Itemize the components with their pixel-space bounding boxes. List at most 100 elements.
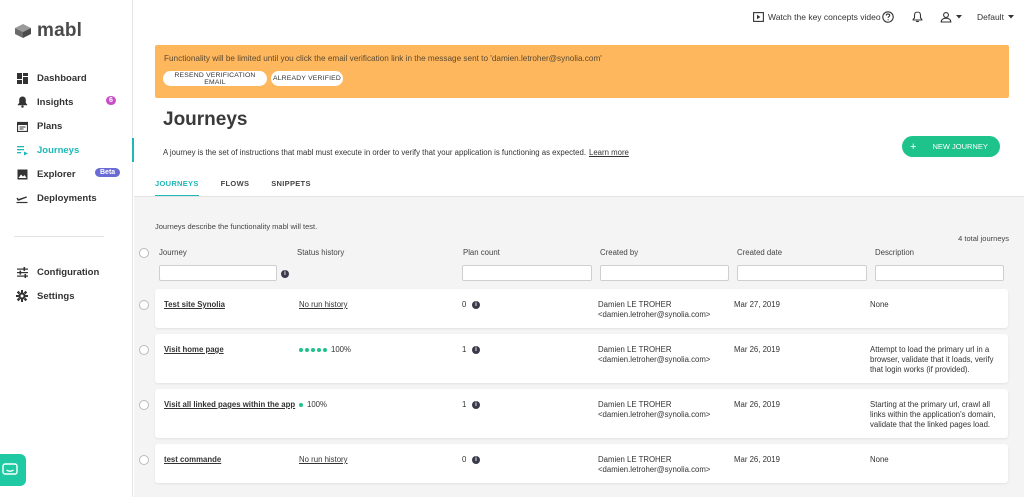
calendar-icon: [16, 120, 28, 132]
tab-snippets[interactable]: SNIPPETS: [271, 179, 311, 197]
tab-flows[interactable]: FLOWS: [221, 179, 250, 197]
created-date: Mar 26, 2019: [734, 455, 780, 464]
created-date: Mar 26, 2019: [734, 345, 780, 354]
verification-banner: Functionality will be limited until you …: [155, 45, 1009, 98]
sidebar-item-explorer[interactable]: Explorer Beta: [0, 162, 133, 186]
plan-info-icon[interactable]: i: [472, 346, 480, 354]
pass-rate: 100%: [307, 400, 327, 409]
column-header-status-history[interactable]: Status history: [297, 248, 344, 257]
created-date-filter-input[interactable]: [737, 265, 867, 281]
table-row[interactable]: test commande No run history 0 i Damien …: [139, 444, 1008, 483]
status-history[interactable]: 100%: [299, 345, 351, 355]
mabl-logo-icon: [15, 24, 31, 38]
main-nav: Dashboard Insights 6 Plans Journeys Expl…: [0, 66, 134, 210]
run-pass-dot: [299, 402, 303, 407]
page-description-text: A journey is the set of instructions tha…: [163, 148, 586, 157]
description-line: validate that the linked pages load.: [870, 420, 991, 429]
sidebar-item-deployments[interactable]: Deployments: [0, 186, 133, 210]
run-pass-dot: [299, 347, 303, 352]
sidebar-item-label: Dashboard: [37, 72, 87, 84]
plan-info-icon[interactable]: i: [472, 301, 480, 309]
table-row[interactable]: Visit home page 100% 1 i Damien LE TROHE…: [139, 334, 1008, 383]
explorer-beta-badge: Beta: [95, 168, 121, 177]
column-header-journey[interactable]: Journey: [159, 248, 187, 257]
help-button[interactable]: [882, 11, 894, 23]
created-by: Damien LE TROHER <damien.letroher@synolia…: [598, 400, 710, 420]
plan-count-filter-input[interactable]: [462, 265, 592, 281]
created-date: Mar 26, 2019: [734, 400, 780, 409]
table-row[interactable]: Test site Synolia No run history 0 i Dam…: [139, 289, 1008, 328]
description-filter-input[interactable]: [875, 265, 1004, 281]
caret-down-icon: [1007, 15, 1014, 19]
select-all-checkbox[interactable]: [139, 248, 149, 258]
mabl-logo[interactable]: mabl: [14, 20, 82, 42]
pass-rate: 100%: [331, 345, 351, 354]
journey-name-link[interactable]: Visit all linked pages within the app: [164, 400, 295, 410]
created-by: Damien LE TROHER <damien.letroher@synolia…: [598, 345, 710, 365]
info-icon[interactable]: i: [281, 270, 289, 278]
run-pass-dot: [317, 347, 321, 352]
plan-info-icon[interactable]: i: [472, 401, 480, 409]
status-history[interactable]: No run history: [299, 455, 348, 465]
notifications-button[interactable]: [912, 11, 923, 23]
column-header-description[interactable]: Description: [875, 248, 914, 257]
row-checkbox[interactable]: [139, 300, 149, 310]
watch-video-label: Watch the key concepts video: [768, 12, 881, 22]
user-menu-button[interactable]: [940, 11, 962, 23]
sidebar-item-settings[interactable]: Settings: [0, 284, 133, 308]
column-header-created-date[interactable]: Created date: [737, 248, 782, 257]
sidebar-item-journeys[interactable]: Journeys: [0, 138, 134, 162]
table-row[interactable]: Visit all linked pages within the app 10…: [139, 389, 1008, 438]
watch-video-link[interactable]: Watch the key concepts video: [753, 12, 881, 22]
plus-icon: +: [910, 140, 917, 153]
row-checkbox[interactable]: [139, 345, 149, 355]
created-by-filter-input[interactable]: [600, 265, 729, 281]
sidebar-item-insights[interactable]: Insights 6: [0, 90, 133, 114]
journey-description: Starting at the primary url, crawl all li…: [870, 400, 995, 430]
status-history[interactable]: No run history: [299, 300, 348, 310]
chat-widget-button[interactable]: [0, 454, 26, 486]
total-journeys-count: 4 total journeys: [958, 234, 1009, 243]
sliders-icon: [16, 266, 28, 278]
new-journey-label: NEW JOURNEY: [932, 142, 988, 151]
sidebar-item-label: Journeys: [37, 144, 80, 156]
sidebar-item-label: Plans: [37, 120, 63, 132]
top-bar: Watch the key concepts video Default: [134, 0, 1024, 36]
column-header-plan-count[interactable]: Plan count: [463, 248, 500, 257]
user-icon: [940, 12, 952, 23]
help-icon: [882, 11, 894, 23]
status-history[interactable]: 100%: [299, 400, 327, 410]
column-header-created-by[interactable]: Created by: [600, 248, 638, 257]
sidebar-item-dashboard[interactable]: Dashboard: [0, 66, 133, 90]
sidebar-item-label: Deployments: [37, 192, 97, 204]
description-line: Attempt to load the primary url in a: [870, 345, 990, 354]
created-by: Damien LE TROHER <damien.letroher@synolia…: [598, 455, 710, 475]
created-date: Mar 27, 2019: [734, 300, 780, 309]
row-checkbox[interactable]: [139, 455, 149, 465]
learn-more-link[interactable]: Learn more: [589, 148, 629, 157]
image-icon: [16, 168, 28, 180]
sidebar-item-plans[interactable]: Plans: [0, 114, 133, 138]
journey-filter-input[interactable]: [159, 265, 277, 281]
gear-icon: [16, 290, 28, 302]
workspace-selector[interactable]: Default: [977, 12, 1014, 22]
description-line: links within the application's domain,: [870, 410, 996, 419]
sidebar-divider: [14, 236, 104, 237]
plan-info-icon[interactable]: i: [472, 456, 480, 464]
sidebar-item-label: Settings: [37, 290, 75, 302]
sidebar: mabl Dashboard Insights 6 Plans Journeys…: [0, 0, 134, 497]
created-by-email: <damien.letroher@synolia.com>: [598, 310, 711, 319]
already-verified-button[interactable]: ALREADY VERIFIED: [271, 71, 343, 86]
row-checkbox[interactable]: [139, 400, 149, 410]
journey-name-link[interactable]: test commande: [164, 455, 221, 465]
new-journey-button[interactable]: + NEW JOURNEY: [902, 136, 1000, 157]
description-line: Starting at the primary url, crawl all: [870, 400, 991, 409]
sidebar-item-configuration[interactable]: Configuration: [0, 260, 133, 284]
created-by-name: Damien LE TROHER: [598, 345, 672, 354]
journey-name-link[interactable]: Test site Synolia: [164, 300, 225, 310]
resend-verification-button[interactable]: RESEND VERIFICATION EMAIL: [163, 71, 267, 86]
journey-name-link[interactable]: Visit home page: [164, 345, 224, 355]
video-play-icon: [753, 12, 764, 22]
tab-journeys[interactable]: JOURNEYS: [155, 179, 199, 197]
dashboard-icon: [16, 72, 28, 84]
